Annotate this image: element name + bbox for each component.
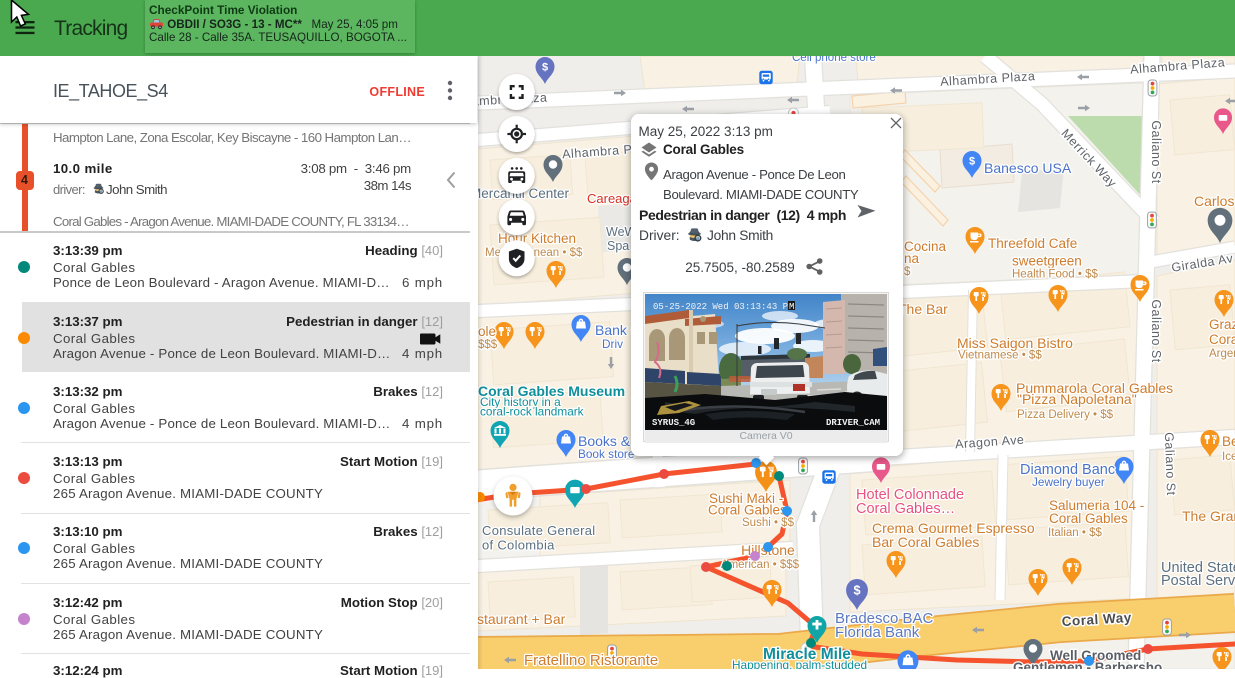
svg-text:Carlos: Carlos: [1194, 193, 1234, 209]
svg-text:Postal Service: Postal Service: [1161, 573, 1235, 589]
svg-text:Banesco USA: Banesco USA: [984, 160, 1072, 176]
svg-text:Italian • $$: Italian • $$: [1048, 527, 1102, 539]
svg-text:Health Food • $$: Health Food • $$: [1012, 269, 1098, 281]
svg-text:Book store: Book store: [578, 447, 635, 461]
svg-text:Spa: Spa: [607, 239, 629, 253]
svg-text:of Colombia: of Colombia: [482, 538, 555, 553]
svg-text:Galiano St: Galiano St: [1162, 432, 1178, 496]
svg-text:Coral G: Coral G: [1209, 332, 1235, 347]
svg-text:Threefold Cafe: Threefold Cafe: [988, 236, 1077, 251]
svg-text:Galiano St: Galiano St: [1149, 299, 1163, 362]
svg-text:Pizza Delivery • $$: Pizza Delivery • $$: [1017, 409, 1114, 421]
svg-text:Vietnamese • $$: Vietnamese • $$: [958, 350, 1042, 362]
svg-text:Coral Gables: Coral Gables: [1049, 511, 1128, 526]
svg-text:Cell phone store: Cell phone store: [792, 56, 876, 64]
svg-text:$: $: [904, 266, 911, 278]
svg-text:Coral Gables…: Coral Gables…: [856, 501, 955, 517]
svg-text:sweetgreen: sweetgreen: [1012, 254, 1082, 269]
svg-text:"Pizza Napoletana": "Pizza Napoletana": [1017, 391, 1137, 407]
svg-text:American • $$$: American • $$$: [721, 559, 800, 571]
svg-text:staurant + Bar: staurant + Bar: [478, 611, 566, 627]
svg-text:Galiano St: Galiano St: [1149, 120, 1163, 183]
svg-text:SYRUS_4G: SYRUS_4G: [652, 418, 695, 428]
svg-text:coral-rock landmark: coral-rock landmark: [480, 405, 584, 419]
svg-text:DRIVER_CAM: DRIVER_CAM: [826, 418, 880, 428]
svg-text:Bel: Bel: [1222, 434, 1235, 449]
svg-text:Grazian: Grazian: [1209, 317, 1235, 332]
svg-text:Consulate General: Consulate General: [482, 523, 596, 538]
svg-text:Argent: Argent: [1209, 348, 1235, 360]
svg-text:Jewelry buyer: Jewelry buyer: [1032, 475, 1105, 489]
svg-text:na: na: [904, 251, 920, 266]
svg-text:The Gran: The Gran: [1182, 508, 1235, 524]
svg-text:05-25-2022 Wed 03:13:43 P: 05-25-2022 Wed 03:13:43 P: [653, 302, 788, 312]
svg-text:M: M: [789, 302, 794, 312]
svg-text:Sushi • $$: Sushi • $$: [742, 517, 795, 529]
svg-text:Florida Bank: Florida Bank: [835, 624, 920, 641]
svg-text:Ice c: Ice c: [1222, 451, 1235, 463]
svg-text:Driv: Driv: [602, 337, 623, 351]
svg-text:Fratellino Ristorante: Fratellino Ristorante: [524, 652, 658, 669]
svg-text:Bar Coral Gables: Bar Coral Gables: [872, 534, 979, 550]
svg-text:Happening, palm-studded: Happening, palm-studded: [732, 658, 867, 669]
svg-text:Coral Gables: Coral Gables: [708, 503, 787, 518]
svg-text:The Bar: The Bar: [898, 301, 948, 317]
